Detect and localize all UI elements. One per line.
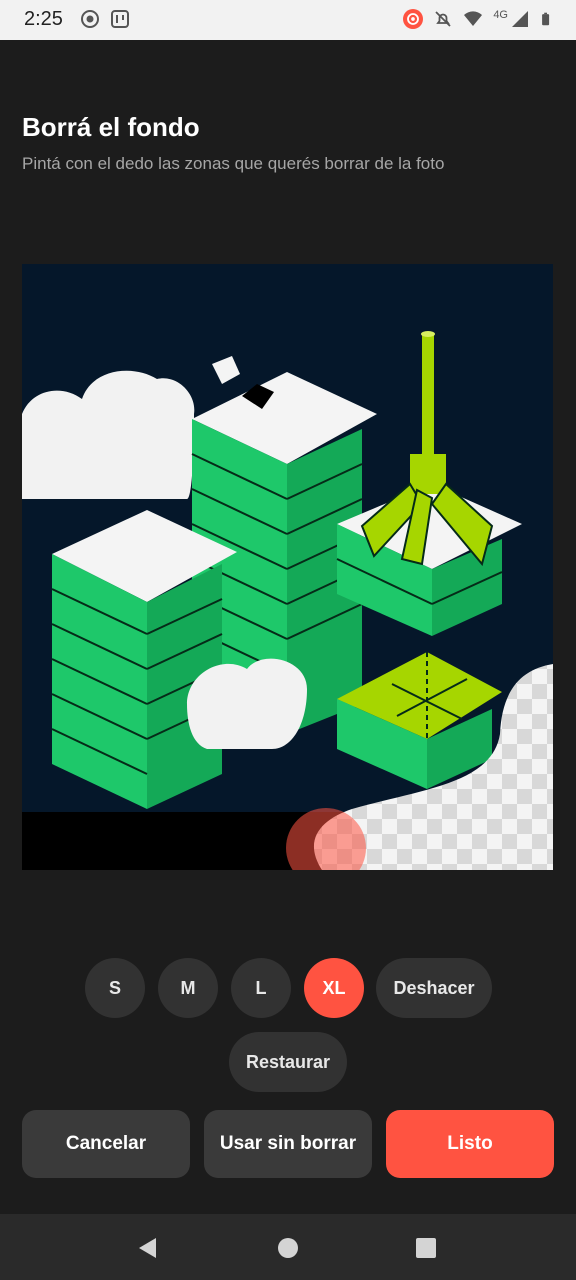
cancel-button[interactable]: Cancelar <box>22 1110 190 1178</box>
wifi-icon <box>464 11 483 26</box>
home-icon[interactable] <box>276 1236 300 1260</box>
recents-icon[interactable] <box>414 1236 438 1260</box>
status-bar: 2:25 4G <box>0 0 576 40</box>
page-subtitle: Pintá con el dedo las zonas que querés b… <box>22 154 445 173</box>
bell-off-icon <box>435 11 451 27</box>
done-button[interactable]: Listo <box>386 1110 554 1178</box>
signal-icon <box>512 11 528 27</box>
brush-size-xl[interactable]: XL <box>304 958 364 1018</box>
brush-size-row: S M L XL Deshacer <box>0 958 576 1020</box>
navigation-bar <box>0 1214 576 1280</box>
network-label: 4G <box>493 9 508 21</box>
app-icon <box>111 10 129 28</box>
short-tower <box>51 510 237 809</box>
battery-icon <box>542 12 550 26</box>
screen-record-icon <box>403 9 424 29</box>
brush-size-l[interactable]: L <box>231 958 291 1018</box>
media-icon <box>81 10 99 28</box>
brush-size-m[interactable]: M <box>158 958 218 1018</box>
status-time: 2:25 <box>24 8 63 30</box>
page-title: Borrá el fondo <box>22 112 200 142</box>
erase-canvas[interactable] <box>22 264 553 870</box>
back-icon[interactable] <box>136 1236 160 1260</box>
illustration-image <box>22 264 553 870</box>
undo-button[interactable]: Deshacer <box>376 958 492 1018</box>
brush-size-s[interactable]: S <box>85 958 145 1018</box>
use-without-erase-button[interactable]: Usar sin borrar <box>204 1110 372 1178</box>
restore-button[interactable]: Restaurar <box>229 1032 347 1092</box>
